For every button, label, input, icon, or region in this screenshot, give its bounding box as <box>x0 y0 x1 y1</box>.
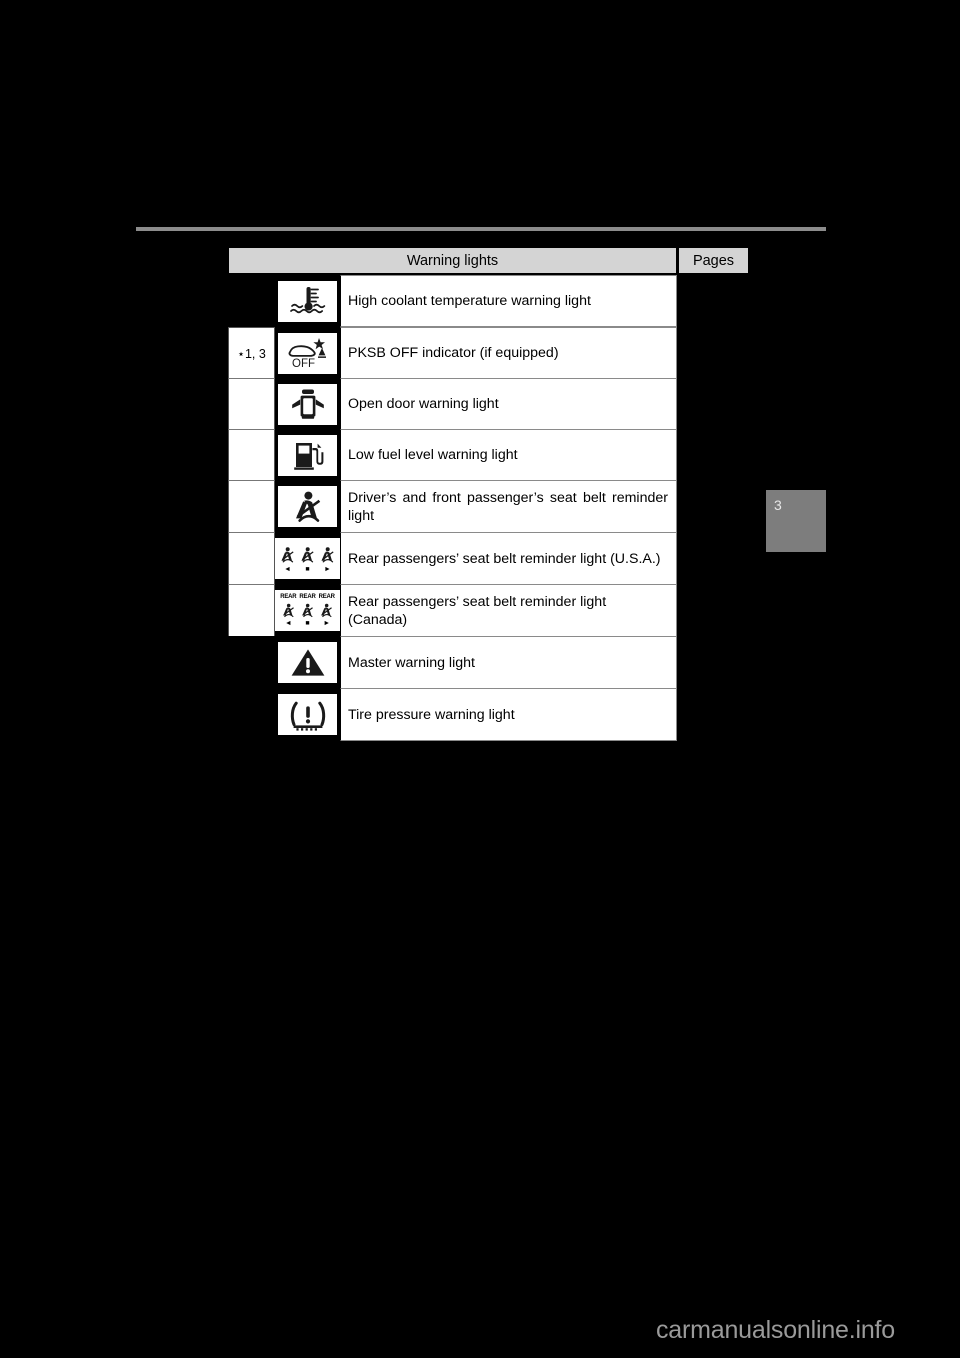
manual-page: 3 Warning lights Pages High coolant temp… <box>0 0 960 1358</box>
table-body: High coolant temperature warning light ⋆… <box>228 275 750 741</box>
column-header-warning-lights: Warning lights <box>228 247 677 274</box>
master-warning-icon <box>278 642 337 683</box>
low-fuel-level-icon <box>278 434 337 476</box>
rear-seat-canada-3: REAR ► <box>319 594 335 627</box>
watermark: carmanualsonline.info <box>656 1316 896 1344</box>
pksb-off-icon: OFF <box>278 332 337 374</box>
open-door-icon <box>278 383 337 425</box>
table-header-row: Warning lights Pages <box>228 247 750 274</box>
center-marker-icon: ■ <box>305 620 310 627</box>
table-row: ◄ ■ ► Rear passengers’ seat belt reminde… <box>228 532 677 585</box>
chapter-tab: 3 <box>766 490 826 552</box>
footnote-cell <box>228 688 275 741</box>
right-marker-icon: ► <box>323 620 331 627</box>
table-row: Low fuel level warning light <box>228 429 677 481</box>
left-marker-icon: ◄ <box>284 566 291 573</box>
table-row: Master warning light <box>228 636 677 689</box>
warning-lights-table: Warning lights Pages High coolant temper… <box>228 247 750 741</box>
description-cell: Rear passengers’ seat belt reminder ligh… <box>340 532 677 585</box>
rear-seat-canada-1: REAR ◄ <box>280 594 296 627</box>
icon-cell <box>275 429 340 481</box>
chapter-tab-number: 3 <box>774 497 782 513</box>
description-cell: High coolant temperature warning light <box>340 275 677 327</box>
footnote-cell <box>228 636 275 689</box>
icon-cell <box>275 688 340 741</box>
footnote-cell <box>228 429 275 481</box>
icon-cell: OFF <box>275 327 340 379</box>
off-label: OFF <box>292 358 315 370</box>
header-rule <box>136 227 826 231</box>
high-coolant-temperature-icon <box>278 280 337 322</box>
warning-light-label: Tire pressure warning light <box>348 706 515 723</box>
table-row: High coolant temperature warning light <box>228 275 677 327</box>
warning-light-label: Open door warning light <box>348 396 499 412</box>
warning-light-label: Rear passengers’ seat belt reminder ligh… <box>348 593 607 628</box>
footnote-cell <box>228 532 275 585</box>
description-cell: Driver’s and front passenger’s seat belt… <box>340 480 677 533</box>
footnote-cell <box>228 378 275 430</box>
rear-text-label: REAR <box>299 594 316 600</box>
description-cell: Open door warning light <box>340 378 677 430</box>
rear-seat-3: ► <box>319 544 336 573</box>
warning-light-label: Rear passengers’ seat belt reminder ligh… <box>348 550 661 567</box>
icon-cell <box>275 480 340 533</box>
left-marker-icon: ◄ <box>284 620 292 627</box>
rear-seat-canada-2: REAR ■ <box>299 594 315 627</box>
description-cell: PKSB OFF indicator (if equipped) <box>340 327 677 379</box>
footnote-cell: ⋆1, 3 <box>228 327 275 379</box>
description-cell: Master warning light <box>340 636 677 689</box>
warning-light-label: Low fuel level warning light <box>348 447 518 463</box>
right-marker-icon: ► <box>324 566 331 573</box>
rear-text-label: REAR <box>318 594 335 600</box>
warning-light-label: High coolant temperature warning light <box>348 293 591 309</box>
rear-seat-2: ■ <box>299 544 316 573</box>
icon-cell: ◄ ■ ► <box>275 532 340 585</box>
footnote-cell <box>228 480 275 533</box>
warning-light-label: PKSB OFF indicator (if equipped) <box>348 345 559 361</box>
rear-seat-belt-reminder-usa-icon: ◄ ■ ► <box>275 538 340 579</box>
table-row: REAR ◄ REAR ■ REAR ► Rear passengers’ se… <box>228 584 677 637</box>
table-row: Open door warning light <box>228 378 677 430</box>
description-cell: Rear passengers’ seat belt reminder ligh… <box>340 584 677 637</box>
description-cell: Low fuel level warning light <box>340 429 677 481</box>
rear-seat-1: ◄ <box>279 544 296 573</box>
table-row: Driver’s and front passenger’s seat belt… <box>228 480 677 533</box>
warning-light-label: Master warning light <box>348 654 475 671</box>
table-row: Tire pressure warning light <box>228 688 677 741</box>
column-header-pages: Pages <box>678 247 749 274</box>
footnote-cell <box>228 584 275 637</box>
icon-cell <box>275 378 340 430</box>
front-seat-belt-reminder-icon <box>278 486 337 527</box>
table-row: ⋆1, 3 OFF PKSB OFF indicator (if equippe… <box>228 327 677 379</box>
icon-cell: REAR ◄ REAR ■ REAR ► <box>275 584 340 637</box>
icon-cell <box>275 275 340 327</box>
footnote-cell <box>228 275 275 327</box>
icon-cell <box>275 636 340 689</box>
warning-light-label: Driver’s and front passenger’s seat belt… <box>348 489 668 524</box>
description-cell: Tire pressure warning light <box>340 688 677 741</box>
rear-text-label: REAR <box>280 594 297 600</box>
center-marker-icon: ■ <box>305 566 310 573</box>
tire-pressure-warning-icon <box>278 694 337 735</box>
rear-seat-belt-reminder-canada-icon: REAR ◄ REAR ■ REAR ► <box>275 590 340 631</box>
